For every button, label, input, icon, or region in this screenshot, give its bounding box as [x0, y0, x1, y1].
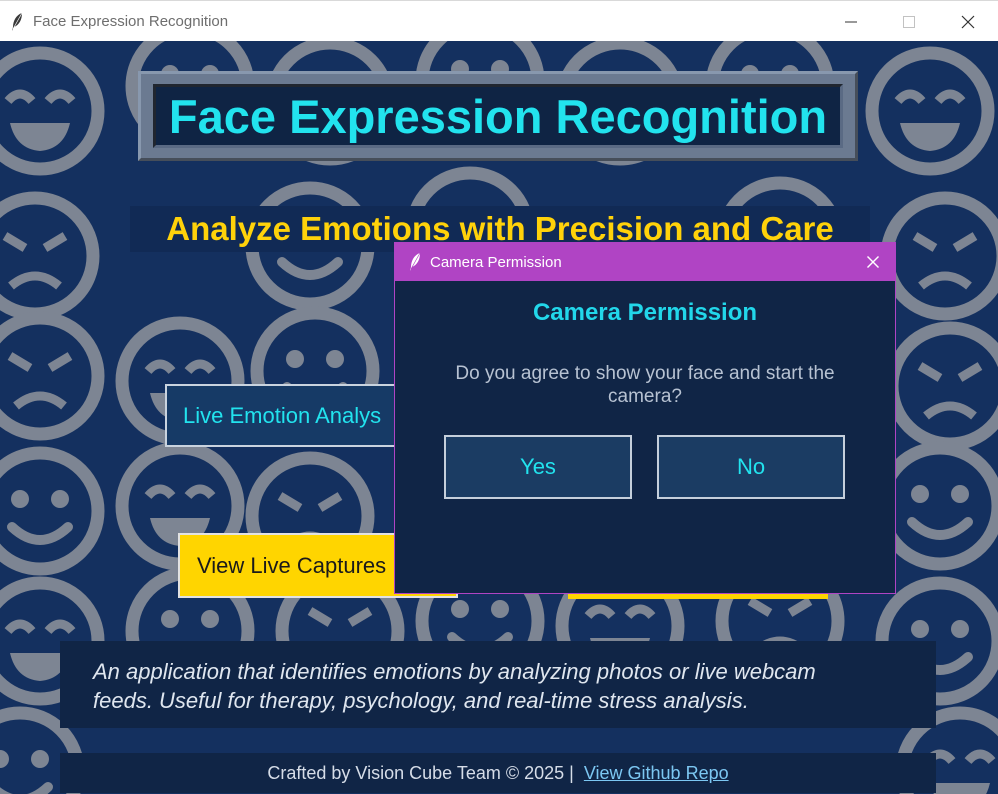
camera-permission-dialog: Camera Permission Camera Permission Do y…	[394, 242, 896, 594]
minimize-button[interactable]	[822, 1, 880, 42]
dialog-window-title: Camera Permission	[430, 254, 562, 271]
description-panel: An application that identifies emotions …	[60, 641, 936, 728]
feather-icon	[12, 12, 23, 31]
dialog-close-button[interactable]	[851, 243, 895, 281]
no-button[interactable]: No	[657, 435, 845, 499]
dialog-message: Do you agree to show your face and start…	[455, 363, 835, 407]
window-titlebar: Face Expression Recognition	[0, 0, 998, 41]
close-icon	[867, 256, 879, 268]
github-repo-link[interactable]: View Github Repo	[584, 763, 729, 784]
dialog-heading: Camera Permission	[532, 299, 758, 326]
feather-icon	[410, 252, 421, 271]
yes-button[interactable]: Yes	[444, 435, 632, 499]
description-line-2: feeds. Useful for therapy, psychology, a…	[93, 688, 749, 713]
footer-credit: Crafted by Vision Cube Team © 2025 |	[267, 762, 574, 783]
description-line-1: An application that identifies emotions …	[93, 659, 816, 684]
page-title: Face Expression Recognition	[168, 89, 828, 143]
header-inner: Face Expression Recognition	[153, 84, 843, 148]
window-title: Face Expression Recognition	[33, 13, 229, 30]
footer: Crafted by Vision Cube Team © 2025 | Vie…	[60, 753, 936, 793]
close-button[interactable]	[939, 1, 997, 42]
maximize-button[interactable]	[880, 1, 938, 42]
dialog-titlebar: Camera Permission	[395, 243, 895, 281]
minimize-icon	[845, 21, 857, 22]
maximize-icon	[903, 15, 915, 28]
close-icon	[961, 15, 975, 28]
header-frame: Face Expression Recognition	[138, 71, 858, 161]
